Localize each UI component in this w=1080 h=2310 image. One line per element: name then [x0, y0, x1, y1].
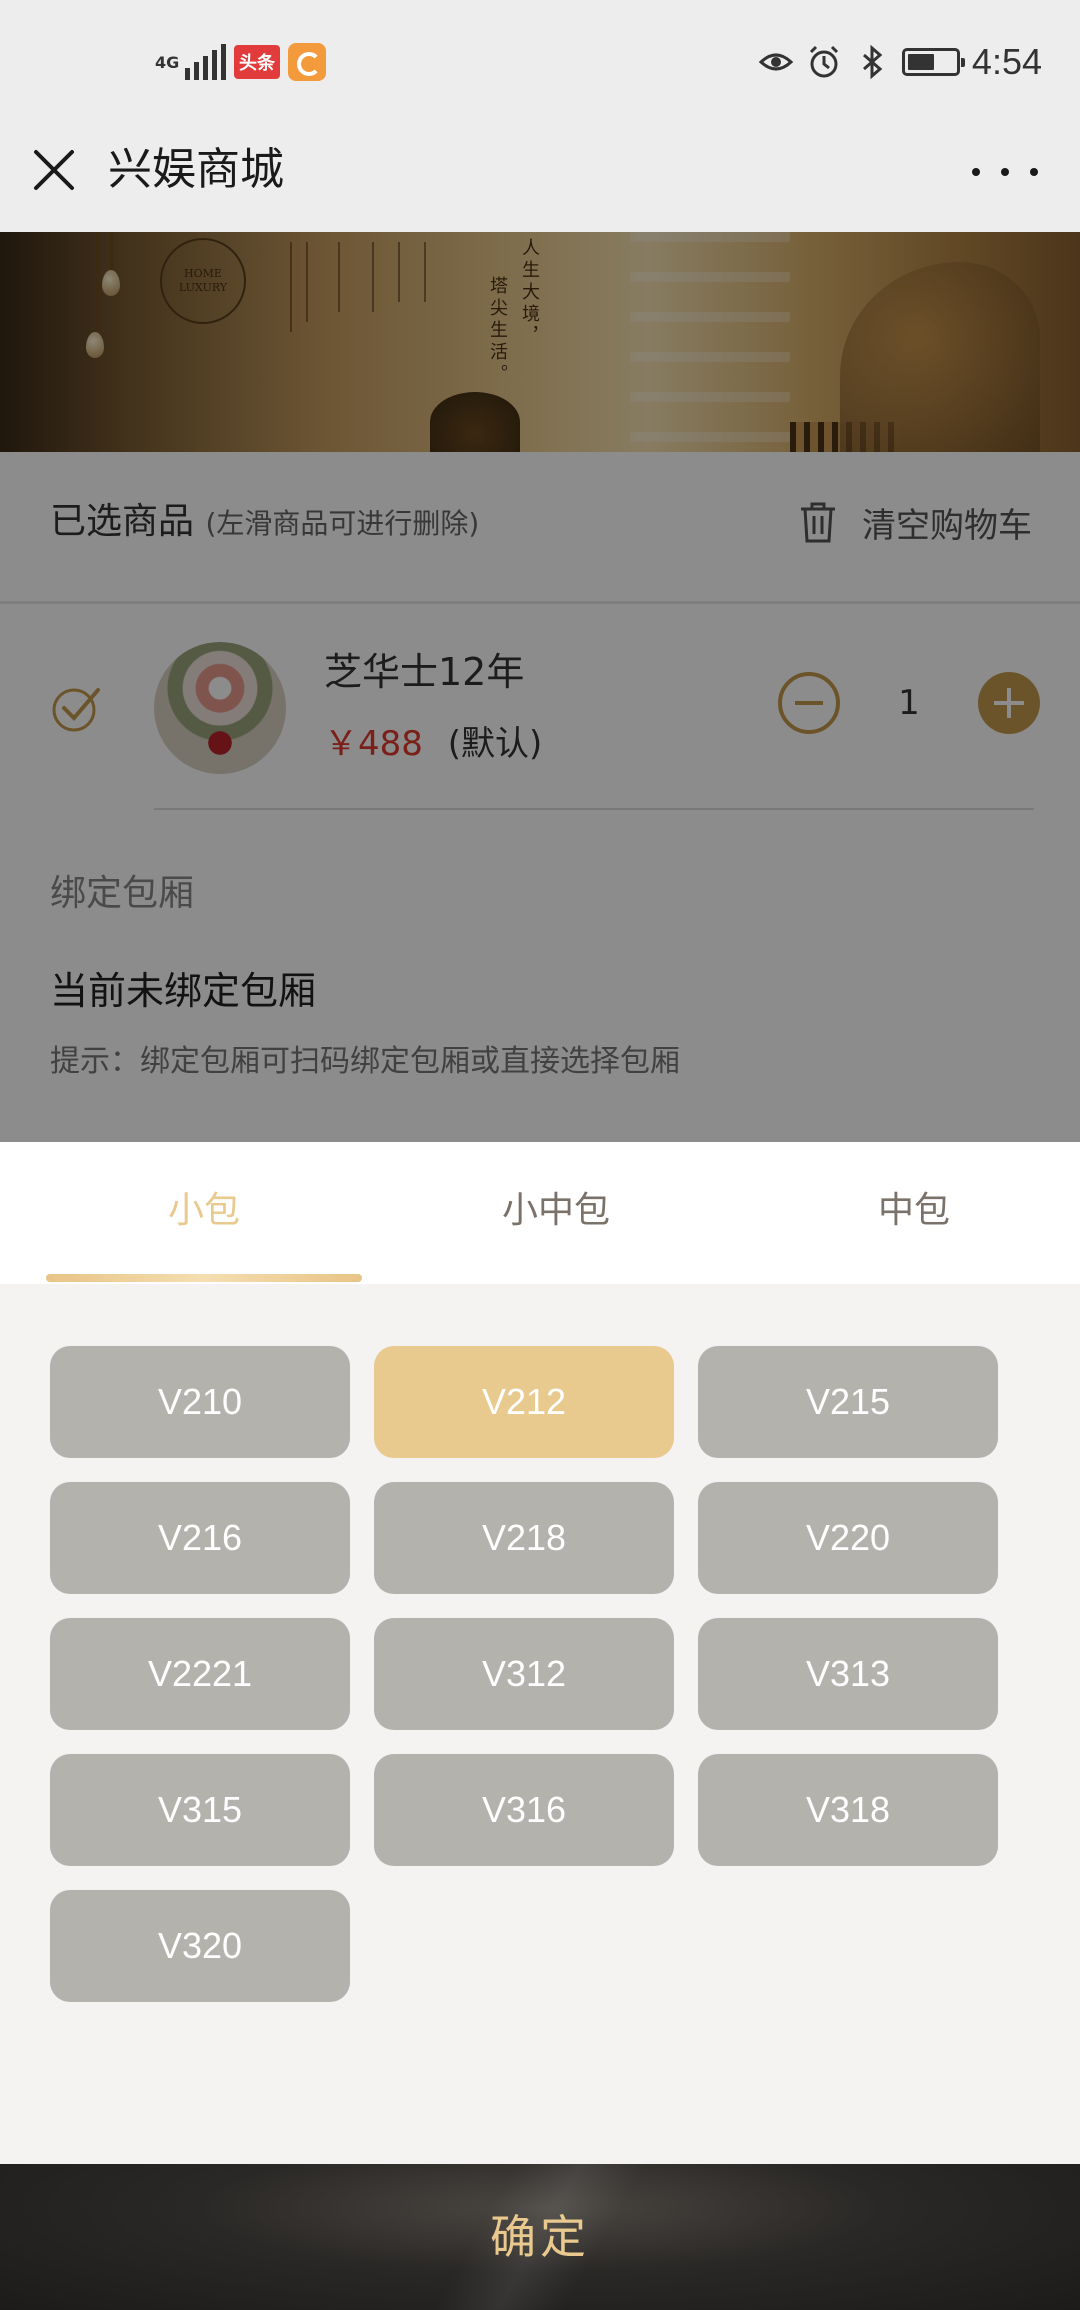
battery-icon	[901, 48, 965, 76]
room-option[interactable]: V316	[374, 1754, 674, 1866]
alarm-icon	[809, 45, 838, 78]
room-option[interactable]: V320	[50, 1890, 350, 2002]
room-option[interactable]: V312	[374, 1618, 674, 1730]
room-option[interactable]: V218	[374, 1482, 674, 1594]
tab-small-room[interactable]: 小包	[54, 1142, 354, 1284]
tab-medium-room[interactable]: 中包	[764, 1142, 1064, 1284]
clock: 4:54	[971, 41, 1042, 82]
uc-browser-icon	[288, 43, 326, 81]
close-icon[interactable]	[26, 142, 82, 198]
room-option[interactable]: V216	[50, 1482, 350, 1594]
title-bar: 兴娱商城	[0, 120, 1080, 232]
signal-icon	[185, 44, 226, 80]
room-option-selected[interactable]: V212	[374, 1346, 674, 1458]
confirm-label: 确定	[490, 2210, 590, 2264]
status-right: 4:54	[758, 36, 1042, 88]
room-grid: V210 V212 V215 V216 V218 V220 V2221 V312…	[50, 1346, 1010, 2002]
room-option[interactable]: V215	[698, 1346, 998, 1458]
more-options-icon[interactable]	[972, 150, 1038, 194]
network-indicator: 4G	[155, 52, 180, 72]
room-option[interactable]: V2221	[50, 1618, 350, 1730]
room-option[interactable]: V318	[698, 1754, 998, 1866]
bluetooth-icon	[862, 44, 883, 80]
room-option[interactable]: V313	[698, 1618, 998, 1730]
eye-icon	[758, 53, 794, 71]
tab-small-medium-room[interactable]: 小中包	[406, 1142, 706, 1284]
room-option[interactable]: V220	[698, 1482, 998, 1594]
room-option[interactable]: V315	[50, 1754, 350, 1866]
modal-overlay[interactable]	[0, 232, 1080, 1142]
news-app-badge: 头条	[234, 45, 280, 79]
status-bar: 4G 头条 4:54	[0, 0, 1080, 120]
room-option[interactable]: V210	[50, 1346, 350, 1458]
page-title: 兴娱商城	[108, 144, 284, 195]
room-type-tabs: 小包 小中包 中包	[0, 1142, 1080, 1284]
confirm-button[interactable]: 确定	[0, 2164, 1080, 2310]
status-left: 4G 头条	[155, 40, 326, 84]
active-tab-indicator	[46, 1274, 362, 1282]
